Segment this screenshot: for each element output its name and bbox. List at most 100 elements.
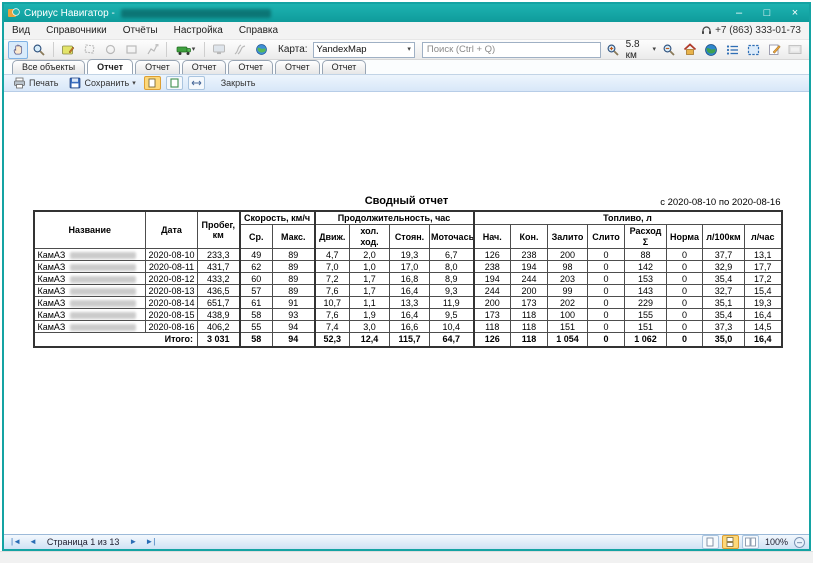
status-view-continuous-button[interactable] xyxy=(722,535,739,549)
table-cell: 406,2 xyxy=(198,321,240,333)
rectangle-tool-button[interactable] xyxy=(121,41,141,59)
table-cell: 16,6 xyxy=(390,321,430,333)
facing-pages-icon xyxy=(745,537,756,547)
prev-page-button[interactable]: ◄ xyxy=(26,538,40,546)
close-report-button[interactable]: Закрыть xyxy=(218,77,259,89)
table-cell: 2020-08-10 xyxy=(146,249,198,261)
table-cell: 89 xyxy=(273,261,315,273)
table-cell: 0 xyxy=(667,273,703,285)
edit-note-button[interactable] xyxy=(764,41,784,59)
table-cell: 57 xyxy=(240,285,273,297)
table-cell: 436,5 xyxy=(198,285,240,297)
geozone-edit-button[interactable] xyxy=(58,41,78,59)
menu-item[interactable]: Справочники xyxy=(38,24,115,37)
table-cell: 118 xyxy=(511,309,548,321)
menu-item[interactable]: Вид xyxy=(4,24,38,37)
ellipse-tool-button[interactable] xyxy=(100,41,120,59)
table-cell: 173 xyxy=(511,297,548,309)
legend-button[interactable] xyxy=(722,41,742,59)
window-minimize-button[interactable]: – xyxy=(725,4,753,22)
layers-globe-button[interactable] xyxy=(251,41,271,59)
total-row: Итого:3 031589452,312,4115,764,71261181 … xyxy=(34,333,782,347)
tab[interactable]: Отчет xyxy=(135,60,180,74)
close-report-label: Закрыть xyxy=(221,78,256,88)
total-cell: 126 xyxy=(474,333,511,347)
pan-tool-button[interactable] xyxy=(8,41,28,59)
zoom-tool-button[interactable] xyxy=(29,41,49,59)
app-icon xyxy=(8,7,20,19)
table-cell: 1,1 xyxy=(350,297,390,309)
tab[interactable]: Отчет xyxy=(275,60,320,74)
column-header: Кон. xyxy=(511,225,548,249)
save-button[interactable]: Сохранить ▾ xyxy=(66,76,138,90)
zoom-out-button[interactable] xyxy=(659,41,679,59)
track-tool-button[interactable] xyxy=(142,41,162,59)
table-cell: 0 xyxy=(588,321,625,333)
total-cell: 94 xyxy=(273,333,315,347)
menu-item[interactable]: Справка xyxy=(231,24,286,37)
status-view-facing-button[interactable] xyxy=(742,535,759,549)
table-cell: 2020-08-11 xyxy=(146,261,198,273)
menu-item[interactable]: Отчёты xyxy=(115,24,166,37)
tab[interactable]: Отчет xyxy=(322,60,367,74)
home-button[interactable] xyxy=(680,41,700,59)
print-button[interactable]: Печать xyxy=(10,76,61,90)
table-cell: 88 xyxy=(625,249,667,261)
search-input[interactable] xyxy=(422,42,601,58)
table-cell: 8,9 xyxy=(430,273,474,285)
table-cell: 99 xyxy=(548,285,588,297)
tab[interactable]: Отчет xyxy=(182,60,227,74)
select-area-button[interactable] xyxy=(743,41,763,59)
report-period: с 2020-08-10 по 2020-08-16 xyxy=(660,197,780,208)
route-button[interactable] xyxy=(230,41,250,59)
table-cell: 17,7 xyxy=(745,261,782,273)
monitor-button[interactable] xyxy=(209,41,229,59)
last-page-button[interactable]: ►| xyxy=(142,538,158,546)
table-cell: 0 xyxy=(588,261,625,273)
zoom-in-button[interactable] xyxy=(603,41,623,59)
column-header: Движ. xyxy=(315,225,350,249)
single-page-icon xyxy=(148,78,156,88)
main-toolbar: ▾ Карта: YandexMap ▾ xyxy=(4,39,809,60)
table-cell: 8,0 xyxy=(430,261,474,273)
column-group-header: Топливо, л xyxy=(474,211,782,225)
tab[interactable]: Отчет xyxy=(228,60,273,74)
table-cell: 94 xyxy=(273,321,315,333)
table-cell: 2020-08-13 xyxy=(146,285,198,297)
headset-icon xyxy=(701,25,712,36)
first-page-button[interactable]: |◄ xyxy=(8,538,24,546)
table-cell: 153 xyxy=(625,273,667,285)
table-cell: 202 xyxy=(548,297,588,309)
toolbar-separator xyxy=(166,42,167,57)
track-icon xyxy=(146,43,159,56)
table-cell: 16,8 xyxy=(390,273,430,285)
next-page-button[interactable]: ► xyxy=(126,538,140,546)
status-zoom-out-button[interactable]: – xyxy=(794,537,805,548)
map-scale-caret: ▾ xyxy=(652,46,656,53)
snapshot-button[interactable] xyxy=(785,41,805,59)
table-cell: 10,4 xyxy=(430,321,474,333)
tab[interactable]: Все объекты xyxy=(12,60,85,74)
table-cell: 194 xyxy=(474,273,511,285)
window-maximize-button[interactable]: □ xyxy=(753,4,781,22)
window-close-button[interactable]: × xyxy=(781,4,809,22)
vehicle-menu-button[interactable]: ▾ xyxy=(171,41,200,59)
table-cell: 244 xyxy=(511,273,548,285)
total-cell: 1 054 xyxy=(548,333,588,347)
table-cell: 2020-08-12 xyxy=(146,273,198,285)
view-single-page-button[interactable] xyxy=(144,76,161,90)
total-cell: 118 xyxy=(511,333,548,347)
view-fit-page-button[interactable] xyxy=(166,76,183,90)
status-view-single-button[interactable] xyxy=(702,535,719,549)
map-select[interactable]: YandexMap ▾ xyxy=(313,42,415,58)
total-label-cell: Итого: xyxy=(34,333,198,347)
tab[interactable]: Отчет xyxy=(87,59,133,74)
table-cell: 49 xyxy=(240,249,273,261)
globe-button[interactable] xyxy=(701,41,721,59)
table-cell: 6,7 xyxy=(430,249,474,261)
table-cell: 2020-08-16 xyxy=(146,321,198,333)
map-scale-dropdown[interactable]: 5.8 км ▾ xyxy=(624,39,658,61)
menu-item[interactable]: Настройка xyxy=(166,24,231,37)
polygon-tool-button[interactable] xyxy=(79,41,99,59)
view-fit-width-button[interactable] xyxy=(188,76,205,90)
